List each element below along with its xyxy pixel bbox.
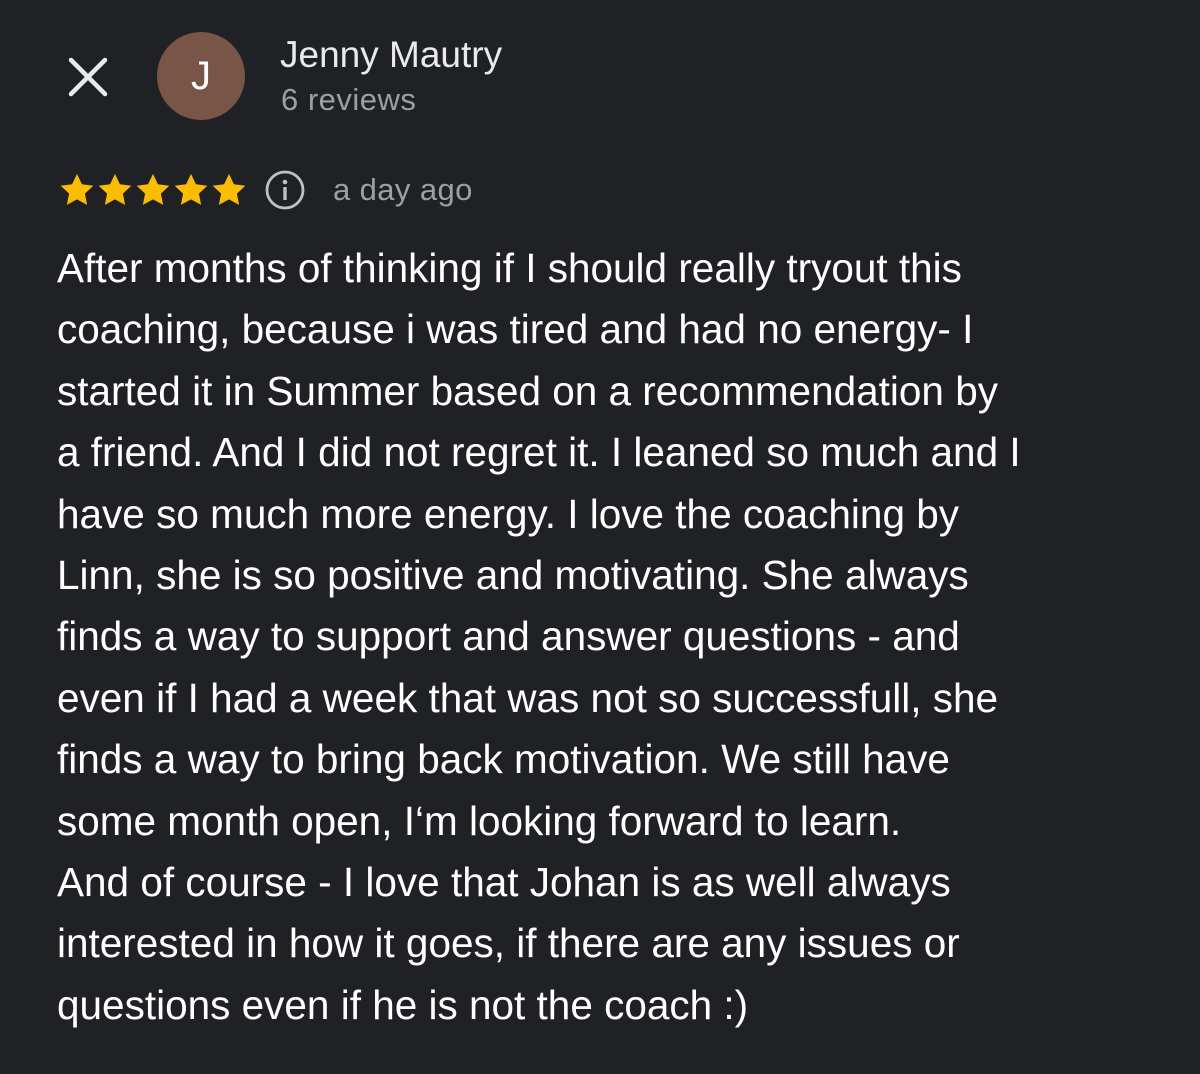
- review-line: And of course - I love that Johan is as …: [57, 859, 951, 906]
- review-line: After months of thinking if I should rea…: [57, 245, 962, 291]
- review-line: Linn, she is so positive and motivating.…: [57, 552, 969, 599]
- review-line: even if I had a week that was not so suc…: [57, 674, 999, 721]
- review-line: questions even if he is not the coach :): [57, 981, 749, 1028]
- review-count: 6 reviews: [281, 82, 417, 117]
- star-icon: [174, 173, 208, 205]
- star-icon: [60, 173, 94, 205]
- star-icon: [98, 173, 132, 205]
- avatar[interactable]: J: [157, 32, 245, 120]
- close-icon: [68, 57, 108, 97]
- close-button[interactable]: [62, 51, 114, 103]
- review-time: a day ago: [333, 172, 473, 207]
- info-icon[interactable]: [264, 169, 306, 211]
- star-icon: [136, 173, 170, 205]
- review-line: a friend. And I did not regret it. I lea…: [57, 429, 1021, 476]
- review-line: finds a way to bring back motivation. We…: [57, 736, 950, 783]
- review-line: some month open, I‘m looking forward to …: [57, 797, 902, 844]
- review-line: finds a way to support and answer questi…: [57, 613, 960, 660]
- review-line: have so much more energy. I love the coa…: [57, 490, 959, 537]
- review-header: J Jenny Mautry 6 reviews: [0, 0, 1200, 150]
- rating-row: a day ago: [58, 168, 473, 212]
- review-line: interested in how it goes, if there are …: [57, 920, 960, 967]
- review-line: started it in Summer based on a recommen…: [57, 367, 998, 414]
- review-line: coaching, because i was tired and had no…: [57, 306, 974, 353]
- star-rating: [58, 171, 248, 209]
- avatar-initial: J: [191, 53, 211, 98]
- reviewer-name[interactable]: Jenny Mautry: [280, 34, 502, 76]
- star-icon: [212, 173, 246, 205]
- review-text: After months of thinking if I should rea…: [57, 238, 1157, 1036]
